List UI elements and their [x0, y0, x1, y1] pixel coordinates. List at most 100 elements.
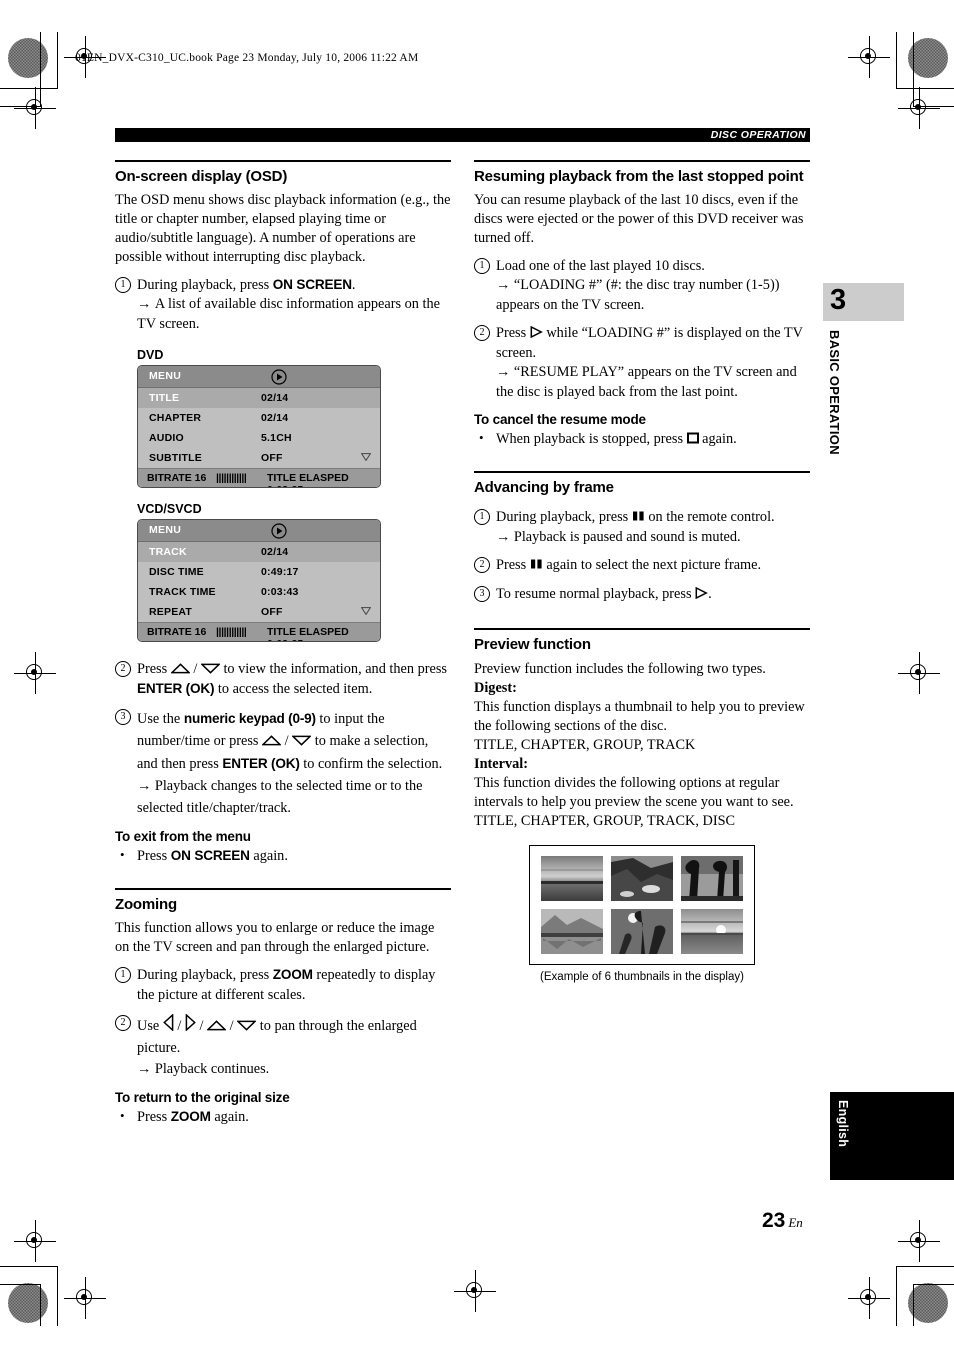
subheading-exit-menu: To exit from the menu: [115, 828, 251, 844]
key-on-screen: ON SCREEN: [272, 277, 352, 292]
crop-line: [40, 1284, 41, 1326]
slash-separator: /: [173, 1018, 185, 1035]
preview-digest-label: Digest:: [474, 680, 517, 697]
bullet-text-pre: When playback is stopped, press: [496, 430, 687, 447]
osd-row-value: 02/14: [261, 546, 289, 559]
vcd-osd-screenshot: MENU TRACK 02/14 DISC TIME 0:49:17 TRACK…: [137, 519, 381, 643]
step-text-pre: During playback, press: [137, 277, 273, 293]
osd-row-value: 02/14: [261, 392, 289, 405]
chapter-number-tab: 3: [823, 283, 904, 321]
page-number-suffix: En: [788, 1215, 803, 1230]
key-enter-ok: ENTER (OK): [222, 755, 300, 771]
osd-menu-label: MENU: [149, 524, 182, 537]
step-result-text: Playback changes to the selected time or…: [137, 777, 423, 816]
chevron-down-icon: [361, 453, 371, 462]
step-number: 2: [474, 557, 490, 574]
down-arrow-button-icon: [200, 663, 220, 675]
crop-line: [0, 88, 58, 89]
step-text-pre: During playback, press: [496, 509, 632, 526]
preview-intro-text: Preview function includes the following …: [474, 661, 766, 678]
arrow-icon: →: [137, 296, 155, 313]
step-text-post: .: [351, 277, 356, 293]
chapter-number: 3: [830, 284, 847, 316]
section-heading-osd: On-screen display (OSD): [115, 160, 451, 188]
left-column: On-screen display (OSD) The OSD menu sho…: [115, 160, 451, 1128]
bullet-text-pre: Press: [137, 847, 171, 864]
resume-step-2: 2 Press while “LOADING #” is displayed o…: [474, 324, 810, 402]
return-size-bullet: • Press ZOOM again.: [115, 1108, 451, 1127]
pause-button-icon: [632, 510, 645, 522]
subheading-cancel-resume: To cancel the resume mode: [474, 412, 646, 428]
cancel-resume-bullet: • When playback is stopped, press again.: [474, 430, 810, 449]
bullet-text-post: again.: [210, 1109, 249, 1126]
arrow-icon: →: [496, 528, 514, 545]
osd-rows-body: TRACK 02/14 DISC TIME 0:49:17 TRACK TIME…: [138, 542, 380, 623]
registration-dot-bottom-right: [908, 1283, 948, 1323]
crop-line: [913, 32, 914, 107]
right-arrow-button-icon: [185, 1014, 196, 1032]
bullet-text-post: again.: [698, 430, 737, 447]
up-arrow-button-icon: [262, 735, 282, 746]
registration-mark-bottom-right: [848, 1277, 890, 1319]
osd-step-2: 2 Press / to view the information, and t…: [115, 660, 451, 699]
language-tab: English: [830, 1092, 954, 1180]
bullet-text-post: again.: [249, 847, 288, 864]
step-text-post: again to select the next picture frame.: [542, 557, 762, 574]
section-heading-advancing: Advancing by frame: [474, 471, 810, 499]
bullet-icon: •: [120, 1108, 125, 1124]
crop-line: [913, 1284, 914, 1326]
step-number: 2: [474, 325, 490, 342]
osd-bitrate-label: BITRATE 16: [147, 472, 207, 485]
osd-row: CHAPTER 02/14: [138, 408, 380, 428]
page-number-value: 23: [762, 1209, 786, 1232]
advancing-step-1: 1 During playback, press on the remote c…: [474, 508, 810, 547]
running-head-label: DISC OPERATION: [710, 129, 806, 141]
section-heading-resuming: Resuming playback from the last stopped …: [474, 160, 810, 188]
key-zoom: ZOOM: [272, 967, 313, 983]
key-zoom: ZOOM: [170, 1109, 211, 1125]
stop-button-icon: [686, 432, 699, 444]
step-text-post: to access the selected item.: [214, 680, 373, 697]
key-on-screen: ON SCREEN: [170, 847, 250, 863]
exit-menu-bullet: • Press ON SCREEN again.: [115, 847, 451, 866]
slash-separator: /: [226, 1018, 238, 1035]
slash-separator: /: [195, 1018, 208, 1035]
osd-elapsed-label: TITLE ELASPED 0:02:25: [267, 626, 349, 641]
step-text-post: to confirm the selection.: [299, 755, 443, 772]
osd-footer-bar: BITRATE 16 |||||||||||| TITLE ELASPED 0:…: [138, 468, 380, 488]
step-number: 2: [115, 1015, 131, 1032]
step-result-text: “LOADING #” (#: the disc tray number (1-…: [496, 277, 780, 313]
osd-row: REPEAT OFF: [138, 602, 380, 622]
section-heading-zooming: Zooming: [115, 888, 451, 916]
preview-digest-text: This function displays a thumbnail to he…: [474, 699, 805, 735]
crop-line: [57, 1266, 58, 1326]
subheading-return-original-size: To return to the original size: [115, 1090, 290, 1106]
play-button-icon: [695, 586, 708, 599]
osd-row-key: SUBTITLE: [149, 452, 202, 465]
registration-mark-right-center: [898, 652, 940, 694]
down-arrow-button-icon: [237, 1020, 257, 1031]
osd-row-key: CHAPTER: [149, 412, 202, 425]
osd-bitrate-label: BITRATE 16: [147, 626, 207, 639]
step-result-text: Playback is paused and sound is muted.: [513, 528, 741, 545]
step-result-text: A list of available disc information app…: [137, 296, 440, 332]
registration-mark-top-right: [848, 36, 890, 78]
osd-row-key: TRACK: [149, 546, 187, 559]
osd-row-key: REPEAT: [149, 606, 193, 619]
registration-mark-bottom-right-inner: [898, 1220, 940, 1262]
step-text-pre: Press: [496, 557, 530, 574]
step-text-pre: Press: [496, 325, 530, 342]
up-arrow-button-icon: [207, 1020, 227, 1031]
osd-row-value: 5.1CH: [261, 432, 292, 445]
file-header-text: 01EN_DVX-C310_UC.book Page 23 Monday, Ju…: [75, 52, 419, 64]
resume-intro-text: You can resume playback of the last 10 d…: [474, 192, 804, 246]
registration-mark-bottom-center: [454, 1270, 496, 1312]
arrow-icon: →: [496, 364, 514, 381]
osd-elapsed-label: TITLE ELASPED 0:02:25: [267, 472, 349, 487]
slash-separator: /: [189, 661, 201, 678]
osd-title-bar: MENU: [138, 520, 380, 543]
crop-line: [896, 88, 954, 89]
step-result-text: “RESUME PLAY” appears on the TV screen a…: [496, 364, 797, 400]
osd-intro-text: The OSD menu shows disc playback informa…: [115, 192, 451, 265]
step-number: 3: [474, 585, 490, 602]
